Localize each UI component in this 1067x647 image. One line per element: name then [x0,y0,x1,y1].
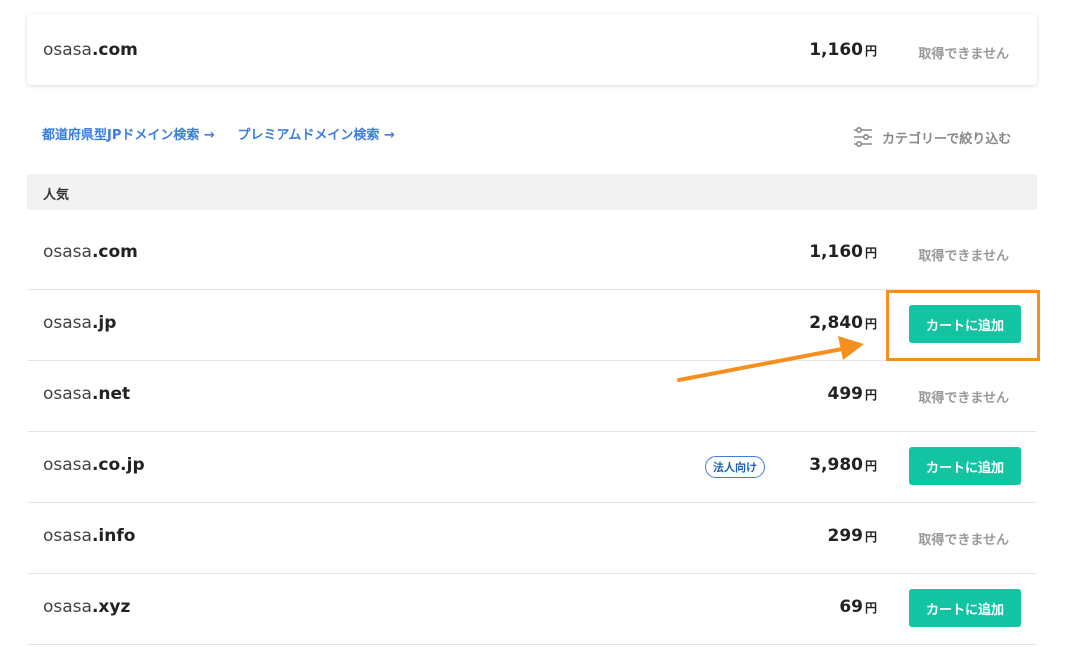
domain-name: osasa.info [43,526,136,546]
domain-name: osasa.com [43,40,138,60]
filter-label: カテゴリーで絞り込む [882,131,1012,147]
domain-row: osasa.net 499 円 取得できません [27,360,1037,432]
section-header-popular: 人気 [27,174,1037,210]
price: 299 円 [827,526,877,546]
domain-name: osasa.co.jp [43,455,145,475]
price: 3,980 円 [809,455,877,475]
add-to-cart-button[interactable]: カートに追加 [909,589,1021,627]
unavailable-label: 取得できません [918,249,1009,264]
price: 499 円 [827,384,877,404]
domain-name: osasa.com [43,242,138,262]
top-result-card: osasa.com 1,160 円 取得できません [27,14,1037,85]
unavailable-label: 取得できません [918,47,1009,62]
section-title: 人気 [43,188,70,203]
domain-row: osasa.com 1,160 円 取得できません [27,218,1037,290]
domain-row: osasa.info 299 円 取得できません [27,502,1037,574]
prefecture-jp-search-link[interactable]: 都道府県型JPドメイン検索 → [42,128,215,143]
premium-domain-search-link[interactable]: プレミアムドメイン検索 → [237,128,395,143]
corporate-badge: 法人向け [705,456,765,478]
domain-name: osasa.xyz [43,597,131,617]
unavailable-label: 取得できません [918,391,1009,406]
unavailable-label: 取得できません [918,533,1009,548]
highlight-box [886,290,1040,361]
domain-name: osasa.net [43,384,131,404]
add-to-cart-button[interactable]: カートに追加 [909,447,1021,485]
price: 1,160 円 [809,40,877,60]
domain-row: osasa.co.jp 法人向け 3,980 円 カートに追加 [27,431,1037,503]
category-filter-button[interactable]: カテゴリーで絞り込む [852,126,1011,148]
domain-row: osasa.xyz 69 円 カートに追加 [27,573,1037,645]
domain-name: osasa.jp [43,313,117,333]
search-links: 都道府県型JPドメイン検索 → プレミアムドメイン検索 → [42,124,413,143]
price: 69 円 [839,597,877,617]
filter-sliders-icon [854,126,872,148]
price: 2,840 円 [809,313,877,333]
price: 1,160 円 [809,242,877,262]
